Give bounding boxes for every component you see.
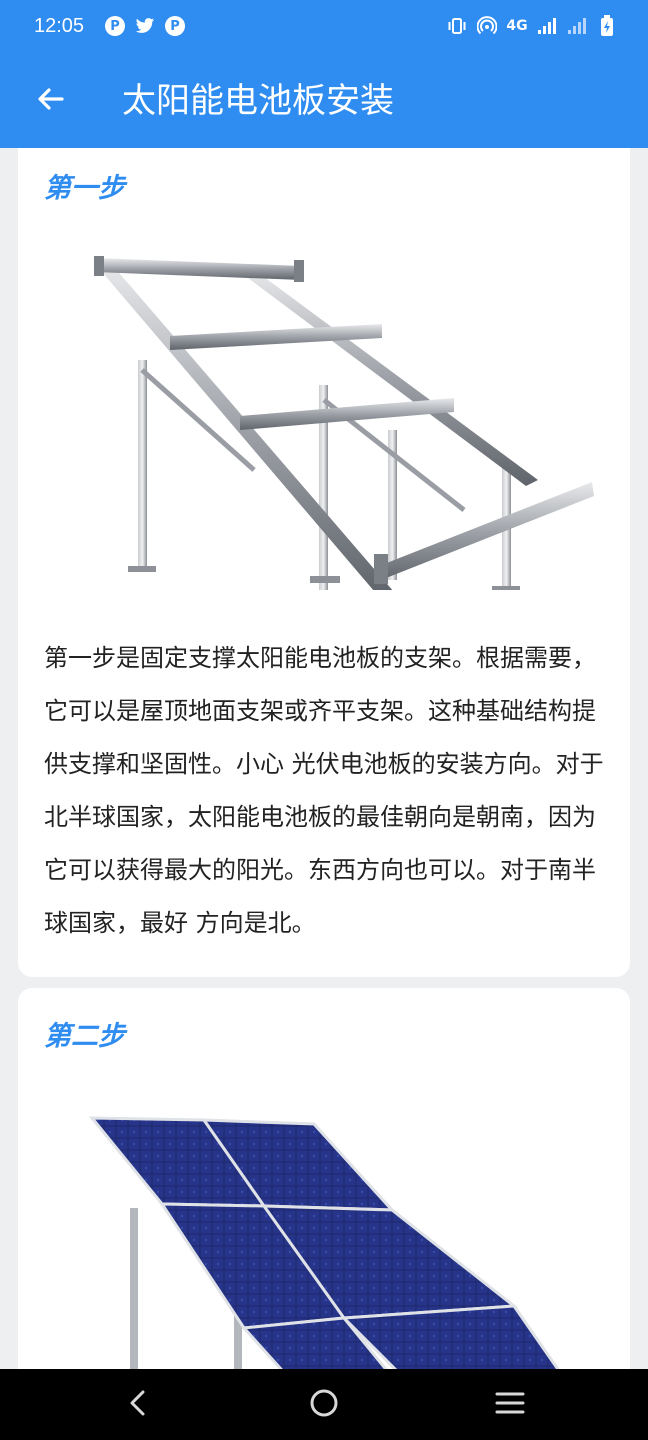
network-type-label: 4G <box>506 18 528 34</box>
chevron-left-icon <box>125 1388 151 1422</box>
back-button[interactable] <box>26 77 74 125</box>
arrow-left-icon <box>34 83 66 119</box>
step-list[interactable]: 第一步 第一步是固定支撑太阳能电池板的支架。根据需要，它可以是屋顶地面支架或齐平… <box>0 148 648 1369</box>
system-status-icons: 4G <box>446 14 618 38</box>
p-app-icon: P <box>164 14 186 38</box>
p-app-icon: P <box>104 14 126 38</box>
page-title: 太阳能电池板安装 <box>122 81 394 121</box>
menu-icon <box>494 1389 526 1421</box>
nav-back-button[interactable] <box>116 1383 160 1427</box>
circle-icon <box>308 1387 340 1423</box>
nav-menu-button[interactable] <box>488 1383 532 1427</box>
signal-icon-secondary <box>566 14 588 38</box>
status-time: 12:05 <box>34 15 85 37</box>
vibrate-icon <box>446 14 468 38</box>
notification-icons: P P <box>104 14 186 38</box>
step-card: 第二步 <box>18 988 630 1369</box>
status-bar: 12:05 P P 4G <box>0 0 648 54</box>
solar-mounting-frame-image <box>44 220 604 625</box>
nav-home-button[interactable] <box>302 1383 346 1427</box>
battery-charging-icon <box>596 14 618 38</box>
step-title: 第一步 <box>44 173 125 204</box>
twitter-icon <box>134 14 156 38</box>
signal-icon <box>536 14 558 38</box>
step-card: 第一步 第一步是固定支撑太阳能电池板的支架。根据需要，它可以是屋顶地面支架或齐平… <box>18 148 630 977</box>
solar-panels-on-frame-image <box>44 1078 604 1369</box>
app-bar: 太阳能电池板安装 <box>0 54 648 148</box>
step-description: 第一步是固定支撑太阳能电池板的支架。根据需要，它可以是屋顶地面支架或齐平支架。这… <box>44 644 604 937</box>
system-navigation-bar <box>0 1369 648 1440</box>
step-title: 第二步 <box>44 1021 125 1052</box>
hotspot-icon <box>476 14 498 38</box>
